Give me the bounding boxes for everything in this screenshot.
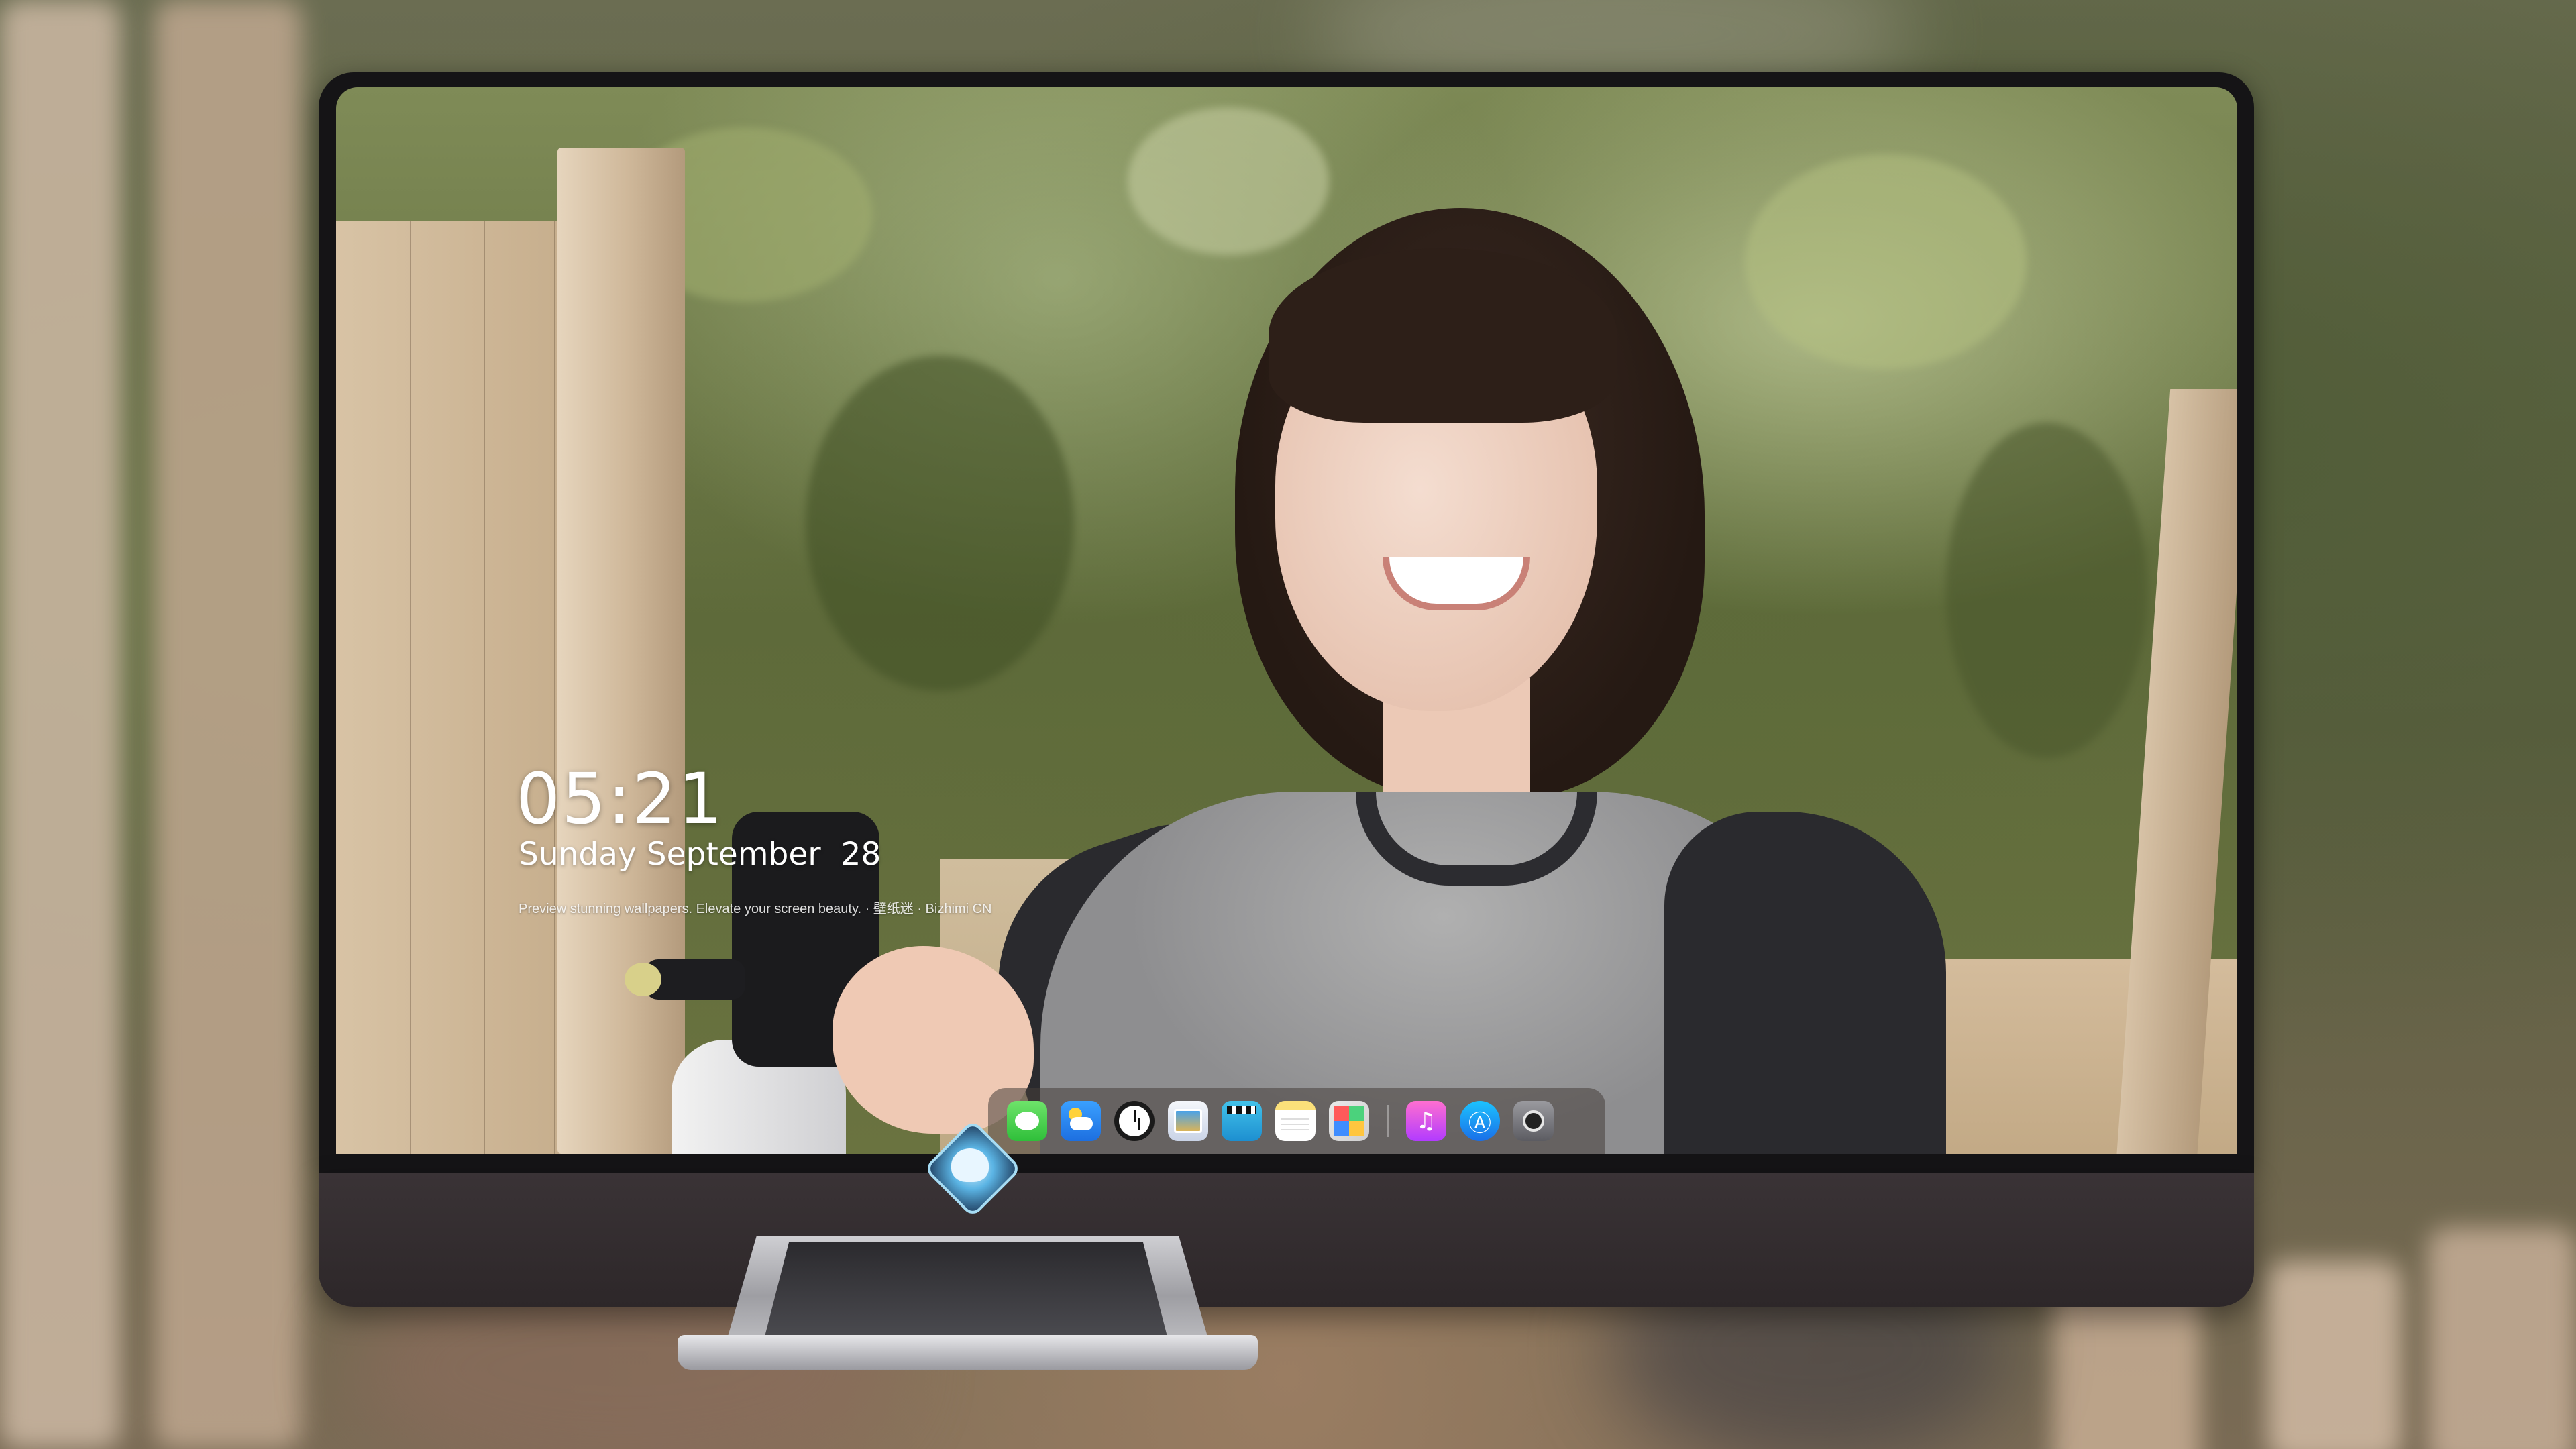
messages-icon[interactable] xyxy=(1007,1101,1047,1141)
wallpaper-foliage xyxy=(1745,154,2027,369)
wallpaper-person-sleeve xyxy=(1664,812,1946,1154)
wallpaper-fence-post xyxy=(557,148,685,1154)
preview-icon[interactable] xyxy=(1168,1101,1208,1141)
wallpaper-foliage xyxy=(1128,107,1329,255)
wallpaper-foliage xyxy=(806,356,1074,691)
music-icon[interactable]: ♫ xyxy=(1406,1101,1446,1141)
backdrop-fence-post xyxy=(154,0,302,1449)
photo-booth-icon[interactable] xyxy=(1329,1101,1369,1141)
backdrop-fence-post xyxy=(0,0,121,1449)
backdrop-fence-post xyxy=(2428,1228,2576,1449)
wallpaper-tagline: Preview stunning wallpapers. Elevate you… xyxy=(519,902,992,916)
monitor: 05:21 Sunday September 28 Preview stunni… xyxy=(319,72,2254,1307)
app-store-icon[interactable]: Ⓐ xyxy=(1460,1101,1500,1141)
dock-separator xyxy=(1387,1105,1389,1137)
clock-date: Sunday September 28 xyxy=(519,836,881,873)
wallpaper-sprayer-tip xyxy=(625,963,661,996)
desktop-screen[interactable]: 05:21 Sunday September 28 Preview stunni… xyxy=(336,87,2237,1154)
monitor-stand-base xyxy=(678,1335,1258,1370)
dock: ♫ Ⓐ xyxy=(988,1088,1605,1154)
clock-time: 05:21 xyxy=(516,758,724,840)
brand-logo-face xyxy=(951,1148,989,1182)
monitor-bezel: 05:21 Sunday September 28 Preview stunni… xyxy=(319,72,2254,1173)
monitor-stand-inner xyxy=(765,1242,1167,1336)
clips-icon[interactable] xyxy=(1222,1101,1262,1141)
clock-icon[interactable] xyxy=(1114,1101,1155,1141)
wallpaper-person-bangs xyxy=(1269,248,1617,423)
backdrop-fence-post xyxy=(2267,1261,2402,1449)
wallpaper-foliage xyxy=(1946,423,2147,758)
camera-icon[interactable] xyxy=(1513,1101,1554,1141)
weather-icon[interactable] xyxy=(1061,1101,1101,1141)
notes-icon[interactable] xyxy=(1275,1101,1316,1141)
monitor-chin xyxy=(319,1173,2254,1307)
